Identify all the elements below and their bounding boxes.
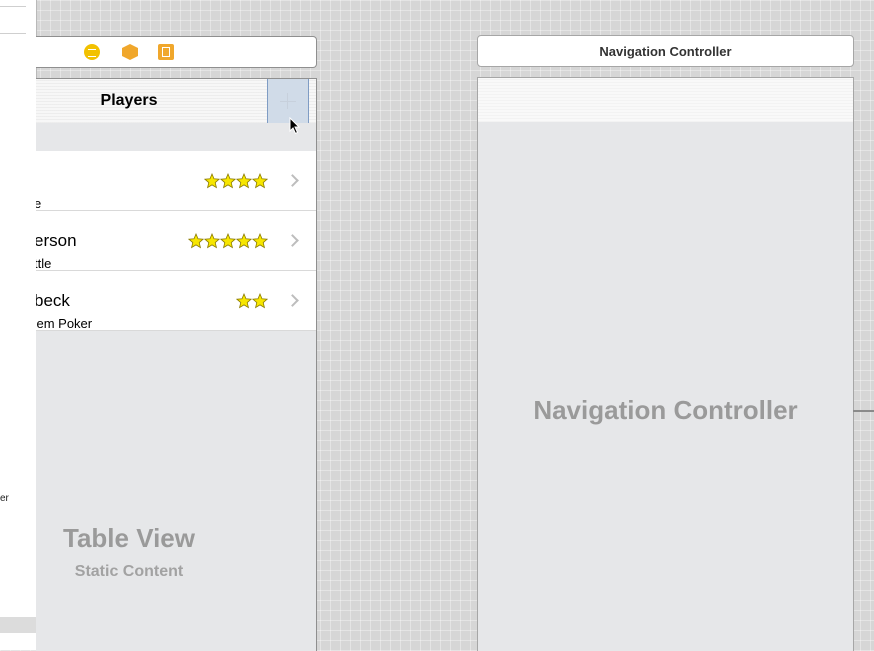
star-icon <box>251 233 269 249</box>
table-view-placeholder-title: Table View <box>63 523 195 553</box>
nav-title: Players <box>100 92 158 109</box>
panel-selected-row[interactable] <box>0 617 36 633</box>
navigation-controller-scene[interactable]: Navigation Controller <box>477 77 854 651</box>
panel-text-fragment: er <box>0 493 9 504</box>
table-row[interactable]: erson ttle <box>36 211 316 271</box>
navigation-controller-placeholder-title: Navigation Controller <box>533 395 798 425</box>
rating-stars-icon <box>236 293 269 309</box>
player-name: erson <box>36 231 77 250</box>
star-icon <box>235 173 253 189</box>
player-game: e <box>36 196 41 210</box>
star-icon <box>219 173 237 189</box>
segue-arrow[interactable] <box>853 410 874 412</box>
table-view-scene[interactable]: Players e erson ttle beck 'em Poker Tabl… <box>36 78 317 651</box>
star-icon <box>235 233 253 249</box>
chevron-right-icon <box>286 234 299 247</box>
star-icon <box>188 233 205 249</box>
navigation-bar <box>478 78 853 122</box>
scene-dock-table-view <box>36 36 317 68</box>
player-name: beck <box>36 291 70 310</box>
chevron-right-icon <box>286 294 299 307</box>
chevron-right-icon <box>286 174 299 187</box>
star-icon <box>219 233 237 249</box>
table-row[interactable]: e <box>36 151 316 211</box>
star-icon <box>203 233 221 249</box>
star-icon <box>204 173 221 189</box>
exit-icon[interactable] <box>158 44 174 60</box>
player-game: 'em Poker <box>36 316 93 331</box>
table-view-placeholder-subtitle: Static Content <box>74 563 184 580</box>
star-icon <box>251 293 269 309</box>
panel-divider <box>0 6 26 7</box>
add-bar-button-item[interactable] <box>267 79 309 123</box>
navigation-bar: Players <box>36 79 316 135</box>
static-cells-section: e erson ttle beck 'em Poker <box>36 151 316 331</box>
scene-title: Navigation Controller <box>599 44 732 59</box>
rating-stars-icon <box>188 233 269 249</box>
star-icon <box>251 173 269 189</box>
scene-dock-navigation-controller[interactable]: Navigation Controller <box>477 35 854 67</box>
utility-panel: er <box>0 0 37 650</box>
rating-stars-icon <box>204 173 269 189</box>
view-controller-icon[interactable] <box>84 44 100 60</box>
player-game: ttle <box>36 256 52 271</box>
panel-divider <box>0 33 26 34</box>
star-icon <box>236 293 253 309</box>
mouse-cursor-icon <box>289 117 301 135</box>
table-row[interactable]: beck 'em Poker <box>36 271 316 331</box>
first-responder-icon[interactable] <box>122 44 138 60</box>
